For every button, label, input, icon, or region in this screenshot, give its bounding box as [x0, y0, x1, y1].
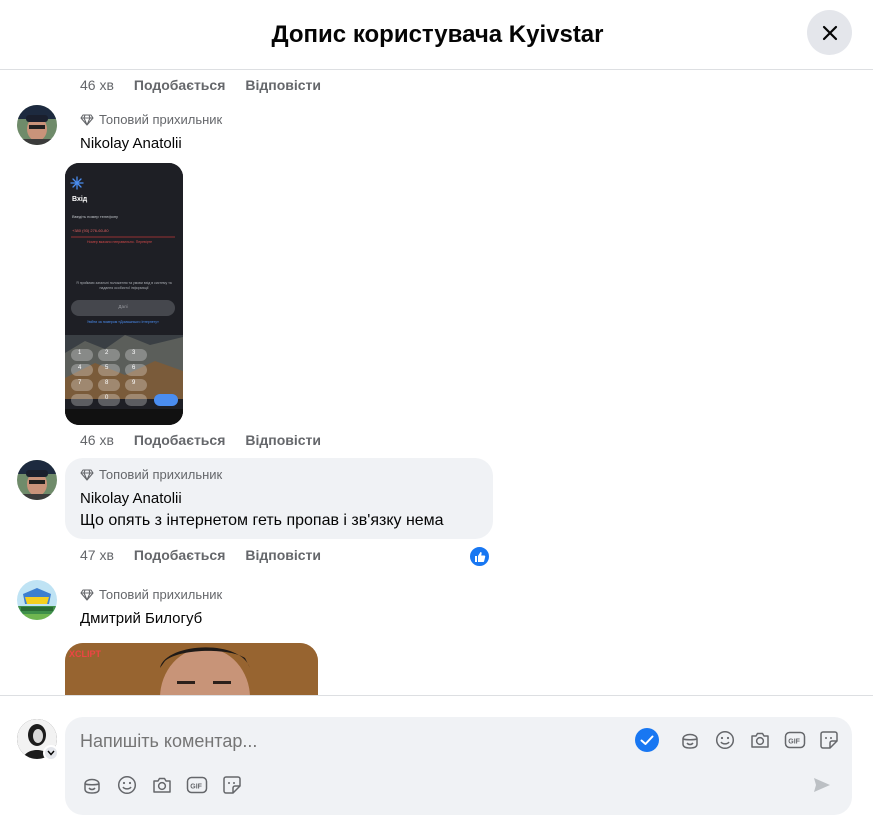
- diamond-icon: [80, 113, 94, 126]
- svg-text:XCLIPT: XCLIPT: [69, 649, 102, 659]
- chevron-down-icon: [47, 750, 55, 756]
- diamond-icon: [80, 468, 94, 481]
- top-fan-badge: Топовий прихильник: [80, 467, 222, 482]
- camera-icon: [153, 777, 171, 793]
- check-circle-button[interactable]: [635, 728, 659, 752]
- top-fan-badge: Топовий прихильник: [80, 587, 222, 602]
- post-dialog: Допис користувача Kyivstar 46 хв Подобає…: [0, 0, 873, 835]
- top-fan-badge: Топовий прихильник: [80, 112, 222, 127]
- avatar-sticker-button[interactable]: [80, 773, 104, 797]
- send-icon: [814, 778, 830, 792]
- like-reaction[interactable]: [468, 545, 491, 568]
- dialog-title: Допис користувача Kyivstar: [271, 20, 604, 48]
- account-switch-button[interactable]: [43, 745, 59, 761]
- gif-button[interactable]: GIF: [783, 728, 807, 752]
- reply-link[interactable]: Відповісти: [245, 432, 321, 448]
- emoji-button[interactable]: [713, 728, 737, 752]
- avatar[interactable]: [17, 580, 57, 620]
- comment-composer: GIF: [0, 695, 873, 835]
- dialog-header: Допис користувача Kyivstar: [0, 0, 873, 70]
- reply-link[interactable]: Відповісти: [245, 547, 321, 563]
- close-button[interactable]: [807, 10, 852, 55]
- emoji-button[interactable]: [115, 773, 139, 797]
- comment-image[interactable]: 123 456 789 0 Вхід Введіть номер телефон…: [65, 163, 183, 425]
- badge-label: Топовий прихильник: [99, 112, 223, 127]
- camera-icon: [751, 732, 769, 748]
- comment-author[interactable]: Nikolay Anatolii: [80, 135, 182, 152]
- avatar[interactable]: [17, 460, 57, 500]
- comment-meta: 47 хв Подобається Відповісти: [80, 547, 341, 563]
- gif-icon: GIF: [784, 731, 806, 749]
- image-next-button: Далі: [118, 304, 128, 309]
- comment-meta: 46 хв Подобається Відповісти: [80, 432, 341, 448]
- sticker-icon: [820, 731, 838, 749]
- like-link[interactable]: Подобається: [134, 77, 225, 93]
- comment-text: Що опять з інтернетом геть пропав і зв'я…: [80, 512, 444, 529]
- image-terms-text: Я приймаю загальні положення та умови вх…: [76, 281, 172, 290]
- svg-text:GIF: GIF: [788, 739, 800, 746]
- svg-text:GIF: GIF: [190, 784, 202, 791]
- close-icon: [822, 25, 837, 40]
- diamond-icon: [80, 588, 94, 601]
- image-home-internet-link: Увійти за номером «Домашнього Інтернету»: [87, 320, 159, 324]
- comment-time[interactable]: 46 хв: [80, 77, 114, 93]
- like-link[interactable]: Подобається: [134, 547, 225, 563]
- comment-author[interactable]: Nikolay Anatolii: [80, 490, 182, 507]
- avatar[interactable]: [17, 105, 57, 145]
- comment-meta: 46 хв Подобається Відповісти: [80, 77, 341, 93]
- badge-label: Топовий прихильник: [99, 467, 223, 482]
- like-link[interactable]: Подобається: [134, 432, 225, 448]
- comment-gif[interactable]: XCLIPT: [65, 643, 318, 695]
- comment-input-box: GIF: [65, 717, 852, 815]
- avatar-sticker-icon: [682, 733, 698, 749]
- sticker-button[interactable]: [817, 728, 841, 752]
- comment-time[interactable]: 46 хв: [80, 432, 114, 448]
- comment-time[interactable]: 47 хв: [80, 547, 114, 563]
- image-error-text: Номер вказано неправильно. Перевірте: [87, 240, 153, 244]
- emoji-icon: [715, 730, 735, 750]
- thumbs-up-icon: [474, 551, 485, 562]
- image-phone-prompt: Введіть номер телефону: [72, 214, 119, 219]
- image-login-title: Вхід: [72, 196, 88, 203]
- avatar-sticker-button[interactable]: [678, 728, 702, 752]
- comments-list[interactable]: 46 хв Подобається Відповісти Топовий при…: [0, 70, 873, 695]
- reply-link[interactable]: Відповісти: [245, 77, 321, 93]
- image-phone-value: +380 (93) 276-60-80: [72, 228, 109, 233]
- comment-input[interactable]: [80, 731, 600, 752]
- camera-button[interactable]: [150, 773, 174, 797]
- emoji-icon: [117, 775, 137, 795]
- gif-icon: GIF: [186, 776, 208, 794]
- sticker-icon: [223, 776, 241, 794]
- badge-label: Топовий прихильник: [99, 587, 223, 602]
- gif-button[interactable]: GIF: [185, 773, 209, 797]
- comment-author[interactable]: Дмитрий Билогуб: [80, 610, 202, 627]
- check-circle-icon: [635, 728, 659, 752]
- sticker-button[interactable]: [220, 773, 244, 797]
- camera-button[interactable]: [748, 728, 772, 752]
- avatar-sticker-icon: [84, 778, 100, 794]
- send-button[interactable]: [810, 773, 834, 797]
